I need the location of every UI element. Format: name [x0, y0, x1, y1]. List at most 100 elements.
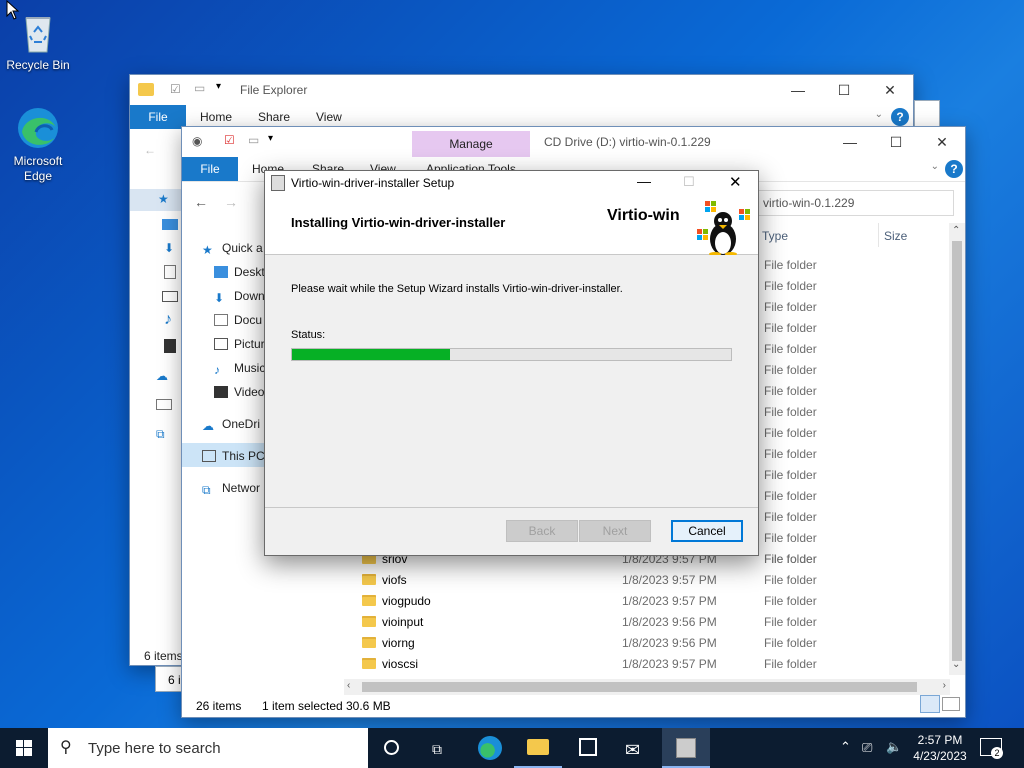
ribbon-expand-icon[interactable]: ⌄	[875, 109, 883, 120]
scroll-down-icon[interactable]: ⌄	[952, 659, 960, 670]
scroll-left-icon[interactable]: ‹	[347, 680, 350, 691]
network-icon[interactable]: ⎚	[862, 740, 872, 756]
store-icon	[579, 738, 597, 756]
volume-muted-icon[interactable]: 🔈	[886, 739, 902, 755]
cancel-button[interactable]: Cancel	[671, 520, 743, 542]
table-row-type[interactable]: File folder	[764, 465, 817, 486]
store-taskbar-button[interactable]	[564, 728, 612, 768]
next-button[interactable]: Next	[579, 520, 651, 542]
horizontal-scrollbar[interactable]: ‹ ›	[344, 679, 950, 695]
table-row[interactable]: viorng 1/8/2023 9:56 PM File folder	[362, 633, 952, 654]
close-button[interactable]: ✕	[867, 75, 913, 105]
table-row[interactable]: viogpudo 1/8/2023 9:57 PM File folder	[362, 591, 952, 612]
file-explorer-taskbar-button[interactable]	[514, 728, 562, 768]
installer-taskbar-button[interactable]	[662, 728, 710, 768]
qat-dropdown-icon[interactable]: ▾	[268, 133, 273, 144]
nav-downloads[interactable]: ⬇ Down	[214, 285, 265, 307]
nav-videos[interactable]: Video	[214, 381, 264, 403]
qat-properties-icon[interactable]: ☑	[170, 82, 181, 96]
table-row-type[interactable]: File folder	[764, 339, 817, 360]
details-view-icon[interactable]	[920, 695, 940, 713]
table-row-type[interactable]: File folder	[764, 381, 817, 402]
notification-badge: 2	[991, 747, 1003, 759]
table-row-type[interactable]: File folder	[764, 276, 817, 297]
scroll-right-icon[interactable]: ›	[943, 680, 946, 691]
desktop-icon	[214, 266, 228, 278]
qat-new-folder-icon[interactable]: ▭	[194, 81, 205, 95]
qat-properties-icon[interactable]: ☑	[224, 133, 235, 147]
table-row-type[interactable]: File folder	[764, 402, 817, 423]
forward-arrow-icon[interactable]: →	[224, 194, 238, 210]
maximize-button-disabled: ☐	[683, 174, 695, 189]
minimize-button[interactable]: —	[827, 127, 873, 157]
cortana-button[interactable]	[368, 728, 416, 768]
chevron-up-icon[interactable]: ⌃	[840, 739, 851, 755]
window-title: File Explorer	[240, 83, 308, 97]
desktop-icon-edge[interactable]: Microsoft Edge	[0, 104, 76, 184]
table-row-type[interactable]: File folder	[764, 423, 817, 444]
close-button[interactable]: ✕	[919, 127, 965, 157]
table-row[interactable]: viofs 1/8/2023 9:57 PM File folder	[362, 570, 952, 591]
nav-pictures[interactable]: Pictur	[214, 333, 265, 355]
back-arrow-icon[interactable]: ←	[194, 194, 208, 210]
task-view-button[interactable]: ⧉	[416, 728, 464, 768]
qat-new-folder-icon[interactable]: ▭	[248, 133, 259, 147]
table-row-type[interactable]: File folder	[764, 507, 817, 528]
large-icons-view-icon[interactable]	[942, 697, 960, 711]
table-row-type[interactable]: File folder	[764, 444, 817, 465]
star-icon: ★	[202, 243, 213, 257]
qat-dropdown-icon[interactable]: ▾	[216, 81, 221, 92]
hscrollbar-thumb[interactable]	[362, 682, 917, 692]
help-icon[interactable]: ?	[945, 160, 963, 178]
ribbon-expand-icon[interactable]: ⌄	[931, 161, 939, 172]
nav-music[interactable]: ♪ Music	[214, 357, 265, 379]
nav-this-pc[interactable]: This PC	[202, 445, 265, 467]
back-arrow-icon[interactable]: ←	[144, 143, 156, 157]
search-placeholder: Type here to search	[88, 740, 221, 757]
search-box[interactable]: virtio-win-0.1.229	[756, 190, 954, 216]
nav-documents[interactable]: Docu	[214, 309, 262, 331]
maximize-button[interactable]: ☐	[821, 75, 867, 105]
back-button[interactable]: Back	[506, 520, 578, 542]
minimize-button[interactable]: —	[637, 173, 651, 189]
mail-taskbar-button[interactable]: ✉	[612, 728, 660, 768]
nav-quick-access[interactable]: ★ Quick a	[202, 237, 263, 259]
table-row-type[interactable]: File folder	[764, 318, 817, 339]
table-row-type[interactable]: File folder	[764, 486, 817, 507]
nav-onedrive[interactable]: ☁ OneDri	[202, 413, 260, 435]
nav-item-selected[interactable]	[130, 189, 182, 211]
minimize-button[interactable]: —	[775, 75, 821, 105]
start-button[interactable]	[0, 728, 48, 768]
table-row-type[interactable]: File folder	[764, 528, 817, 549]
column-header-type[interactable]: Type	[762, 229, 788, 243]
help-icon[interactable]: ?	[891, 108, 909, 126]
nav-pane-back: ← ★ ⬇ ♪ ☁ ⧉	[130, 129, 182, 649]
table-row-type[interactable]: File folder	[764, 255, 817, 276]
clock[interactable]: 2:57 PM 4/23/2023	[912, 732, 968, 764]
folder-icon	[527, 739, 549, 755]
taskbar-search-box[interactable]: ⚲ Type here to search	[48, 728, 368, 768]
close-button[interactable]: ✕	[729, 173, 742, 191]
nav-label: Video	[234, 385, 265, 399]
nav-desktop[interactable]: Deskt	[214, 261, 265, 283]
network-icon: ⧉	[202, 483, 211, 497]
table-row-type[interactable]: File folder	[764, 297, 817, 318]
table-row-type[interactable]: File folder	[764, 360, 817, 381]
nav-network[interactable]: ⧉ Networ	[202, 477, 260, 499]
installer-dialog[interactable]: Virtio-win-driver-installer Setup — ☐ ✕ …	[264, 170, 759, 556]
notification-icon[interactable]: 2	[980, 738, 1003, 759]
tab-file[interactable]: File	[130, 105, 186, 129]
table-row[interactable]: vioscsi 1/8/2023 9:57 PM File folder	[362, 654, 952, 675]
scrollbar-thumb[interactable]	[952, 241, 962, 661]
vertical-scrollbar[interactable]: ⌃ ⌄	[949, 223, 965, 675]
scroll-up-icon[interactable]: ⌃	[952, 225, 960, 236]
tab-file[interactable]: File	[182, 157, 238, 181]
table-row[interactable]: vioinput 1/8/2023 9:56 PM File folder	[362, 612, 952, 633]
nav-pane: ★ Quick a Deskt ⬇ Down Docu Pictur ♪ Music …	[182, 223, 268, 693]
row-type: File folder	[764, 615, 817, 629]
tab-manage[interactable]: Manage	[412, 131, 530, 157]
maximize-button[interactable]: ☐	[873, 127, 919, 157]
edge-taskbar-button[interactable]	[466, 728, 514, 768]
task-view-icon: ⧉	[432, 741, 442, 757]
column-header-size[interactable]: Size	[884, 229, 907, 243]
